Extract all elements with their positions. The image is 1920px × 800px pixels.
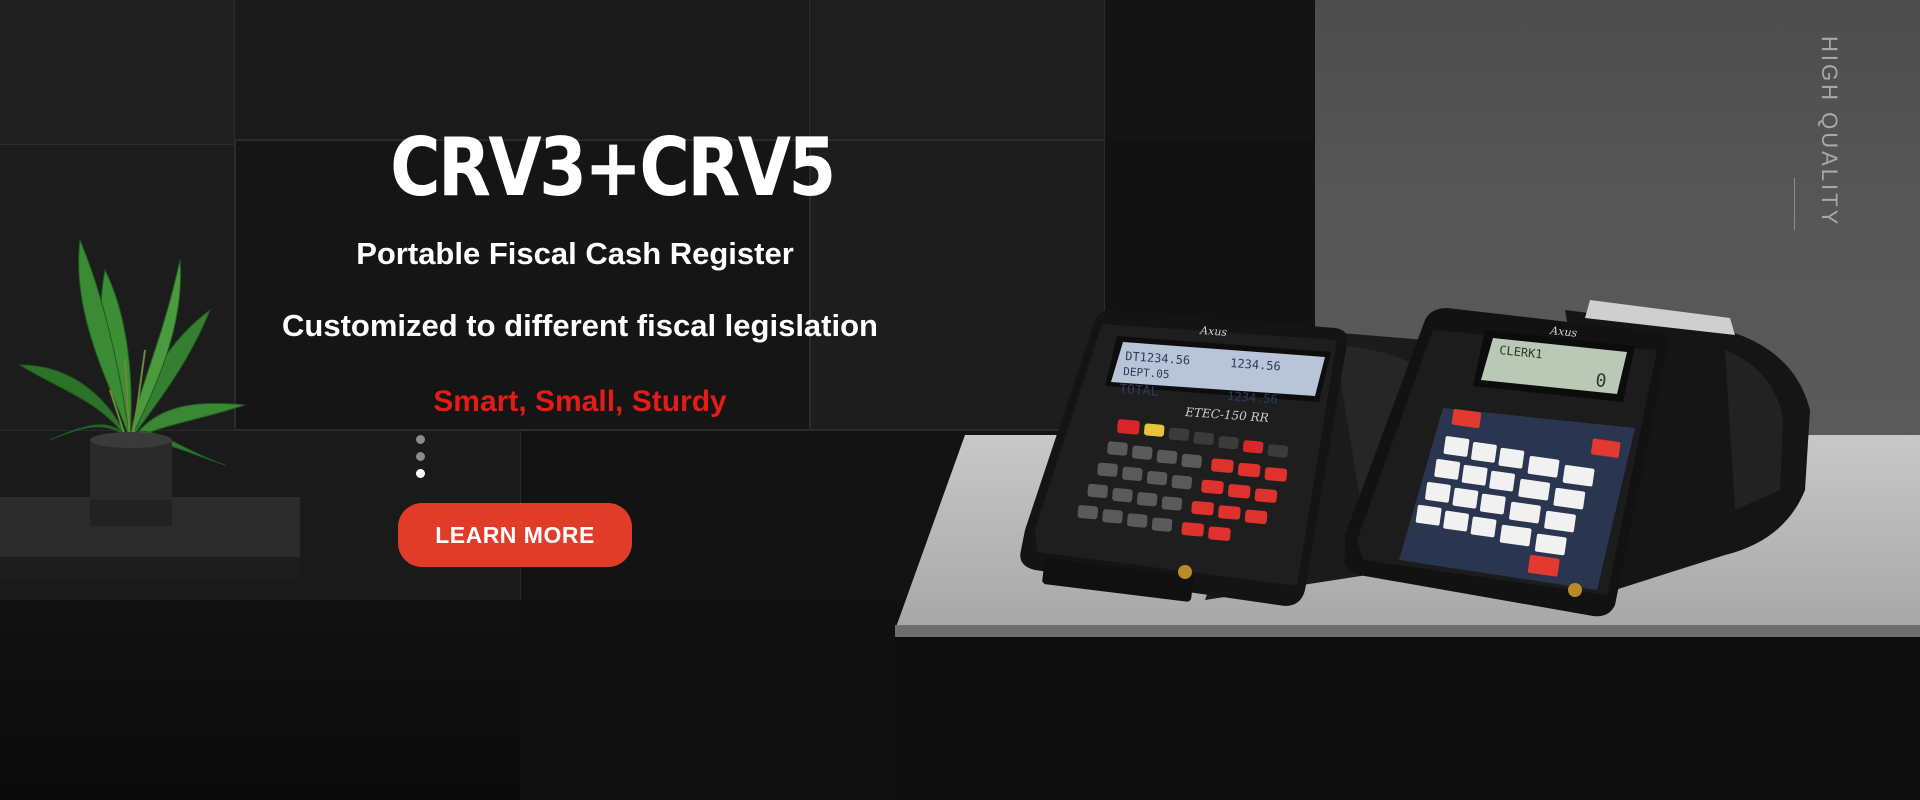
page-title: CRV3+CRV5	[390, 121, 836, 214]
subtitle: Portable Fiscal Cash Register	[356, 236, 794, 271]
cash-register-icon: CLERK1 0 Axus	[1344, 300, 1810, 617]
background-panel	[810, 0, 1105, 140]
background-panel	[0, 0, 235, 145]
feature-list: Smart, Small, Sturdy	[433, 385, 727, 418]
background-panel	[1105, 0, 1315, 140]
pedestal-front	[0, 557, 300, 579]
background-panel	[235, 0, 810, 140]
pager-dot[interactable]	[416, 435, 425, 444]
plant-icon	[18, 238, 246, 526]
slide-pager	[414, 435, 426, 481]
lcd-text: TOTAL	[1119, 382, 1159, 400]
side-label: HIGH QUALITY	[1817, 36, 1842, 228]
pager-dot[interactable]	[416, 452, 425, 461]
hero-banner: CRV3+CRV5 Portable Fiscal Cash Register …	[0, 0, 1920, 800]
divider	[1794, 178, 1795, 230]
pager-dot[interactable]	[416, 469, 425, 478]
shelf-edge	[895, 625, 1920, 637]
learn-more-button[interactable]: LEARN MORE	[398, 503, 632, 567]
brand-logo: Axus	[1199, 324, 1228, 339]
tagline: Customized to different fiscal legislati…	[282, 308, 878, 343]
shelf-shadow	[895, 637, 1920, 800]
lcd-text: 0	[1594, 370, 1607, 392]
